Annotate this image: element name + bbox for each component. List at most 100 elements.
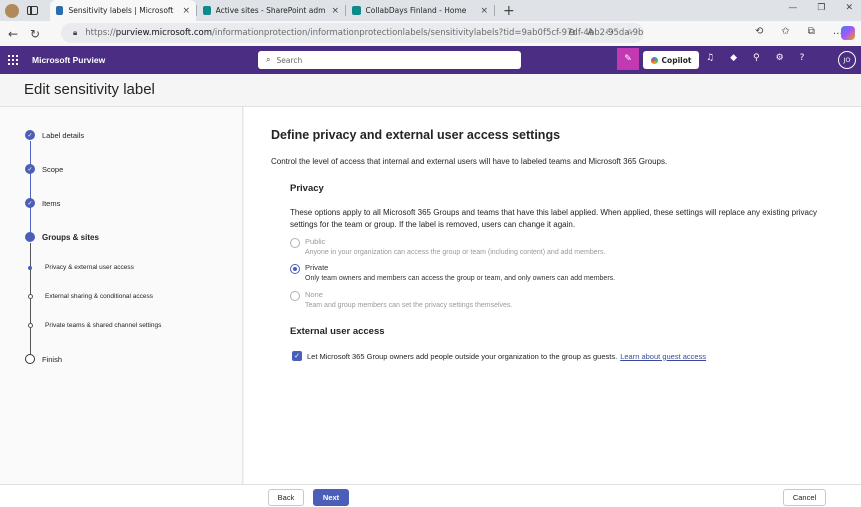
profile-avatar[interactable] <box>5 3 19 18</box>
megaphone-icon[interactable]: ◆ <box>730 53 737 63</box>
browser-toolbar: ⟲ ✩ ⧉ … <box>755 26 843 37</box>
radio-description: Anyone in your organization can access t… <box>305 249 606 256</box>
avatar[interactable]: JO <box>838 51 856 69</box>
browser-tab-sharepoint[interactable]: Active sites - SharePoint admin c... × <box>197 0 345 21</box>
section-heading: Define privacy and external user access … <box>271 128 561 142</box>
radio-none[interactable]: None Team and group members can set the … <box>290 290 512 311</box>
back-arrow-icon[interactable]: ← <box>2 27 24 41</box>
step-items[interactable]: ✓ Items <box>25 198 60 208</box>
guest-access-checkbox-row[interactable]: ✓ Let Microsoft 365 Group owners add peo… <box>292 351 706 361</box>
learn-guest-access-link[interactable]: Learn about guest access <box>620 352 706 361</box>
privacy-description: These options apply to all Microsoft 365… <box>290 208 817 229</box>
window-close-icon[interactable]: ✕ <box>845 3 853 13</box>
read-aloud-icon[interactable]: A <box>588 28 594 38</box>
workspaces-icon[interactable] <box>27 6 38 15</box>
new-tab-button[interactable]: + <box>503 4 515 18</box>
radio-button[interactable] <box>290 264 300 274</box>
tab-separator <box>494 5 495 16</box>
radio-private[interactable]: Private Only team owners and members can… <box>290 263 615 284</box>
step-label: Label details <box>42 130 85 140</box>
checkmark-icon: ✓ <box>25 164 35 174</box>
window-controls: — ❐ ✕ <box>788 3 853 13</box>
account-icon[interactable]: ⚇ <box>606 28 614 38</box>
zoom-icon[interactable]: ⊖ <box>568 28 576 38</box>
step-label: Groups & sites <box>42 232 99 242</box>
checkmark-icon: ✓ <box>25 198 35 208</box>
radio-title: Public <box>305 237 326 246</box>
page-title: Edit sensitivity label <box>24 81 155 98</box>
sharepoint-favicon-icon <box>352 6 361 15</box>
app-header: Microsoft Purview ⌕ Search ✎ Copilot ♫ ◆… <box>0 46 861 74</box>
app-name[interactable]: Microsoft Purview <box>32 55 105 65</box>
checkbox[interactable]: ✓ <box>292 351 302 361</box>
browser-tab-purview[interactable]: Sensitivity labels | Microsoft Purv... × <box>50 0 196 21</box>
external-access-heading: External user access <box>290 326 385 337</box>
sharepoint-favicon-icon <box>203 6 211 15</box>
radio-button[interactable] <box>290 291 300 301</box>
address-bar[interactable]: 🔒︎ https://purview.microsoft.com/informa… <box>61 23 644 43</box>
radio-description: Team and group members can set the priva… <box>305 302 513 309</box>
checkbox-label: Let Microsoft 365 Group owners add peopl… <box>307 351 618 361</box>
address-bar-row: ← ↻ 🔒︎ https://purview.microsoft.com/inf… <box>0 21 861 46</box>
close-icon[interactable]: × <box>331 6 339 16</box>
step-scope[interactable]: ✓ Scope <box>25 164 63 174</box>
share-icon[interactable]: ⚲ <box>753 53 760 63</box>
main-content: Define privacy and external user access … <box>244 107 861 484</box>
step-label-details[interactable]: ✓ Label details <box>25 130 84 140</box>
search-icon: ⌕ <box>266 55 271 64</box>
privacy-heading: Privacy <box>290 183 324 194</box>
radio-description: Only team owners and members can access … <box>305 275 616 282</box>
collections-icon[interactable]: ⧉ <box>808 26 815 37</box>
step-private-teams[interactable]: Private teams & shared channel settings <box>25 322 161 329</box>
close-icon[interactable]: × <box>182 6 190 16</box>
step-label: Scope <box>42 164 64 174</box>
step-privacy-external-access[interactable]: Privacy & external user access <box>25 264 134 271</box>
substep-current-dot-icon <box>28 265 32 270</box>
help-icon[interactable]: ? <box>800 53 805 63</box>
wizard-footer: Back Next Cancel <box>0 484 861 507</box>
stepper-line <box>30 141 31 235</box>
extensions-icon[interactable]: ⟲ <box>755 26 763 37</box>
favorites-icon[interactable]: ✩ <box>781 26 789 37</box>
section-intro: Control the level of access that interna… <box>271 157 668 166</box>
browser-tab-collabdays[interactable]: CollabDays Finland - Home × <box>346 0 494 21</box>
minimize-icon[interactable]: — <box>788 3 797 13</box>
wizard-stepper: ✓ Label details ✓ Scope ✓ Items Groups &… <box>0 107 243 484</box>
page-title-band: Edit sensitivity label <box>0 74 861 107</box>
favorite-star-icon[interactable]: ☆ <box>626 28 634 38</box>
tab-title: Active sites - SharePoint admin c... <box>215 6 326 15</box>
close-icon[interactable]: × <box>480 6 488 16</box>
back-button[interactable]: Back <box>268 489 304 506</box>
url-host: purview.microsoft.com <box>115 28 212 38</box>
step-label: Items <box>42 198 61 208</box>
app-launcher-icon[interactable] <box>8 55 18 65</box>
pin-icon[interactable]: ✎ <box>617 48 639 70</box>
cancel-button[interactable]: Cancel <box>783 489 826 506</box>
step-groups-sites[interactable]: Groups & sites <box>25 232 99 242</box>
step-label: Privacy & external user access <box>45 264 134 271</box>
next-button[interactable]: Next <box>313 489 349 506</box>
step-finish[interactable]: Finish <box>25 354 62 364</box>
header-actions: ♫ ◆ ⚲ ⚙ ? <box>706 53 804 63</box>
edge-copilot-icon[interactable] <box>841 26 855 40</box>
substep-dot-icon <box>27 323 33 328</box>
copilot-button[interactable]: Copilot <box>643 51 699 69</box>
copilot-icon <box>650 56 658 64</box>
radio-button[interactable] <box>290 238 300 248</box>
step-label: Private teams & shared channel settings <box>45 322 162 329</box>
tab-title: Sensitivity labels | Microsoft Purv... <box>68 6 176 15</box>
lock-icon[interactable]: 🔒︎ <box>73 28 77 38</box>
refresh-icon[interactable]: ↻ <box>24 27 46 41</box>
copilot-label: Copilot <box>661 55 692 65</box>
step-label: External sharing & conditional access <box>45 293 154 300</box>
restore-icon[interactable]: ❐ <box>817 3 825 13</box>
step-external-sharing[interactable]: External sharing & conditional access <box>25 293 153 300</box>
tab-title: CollabDays Finland - Home <box>365 6 467 15</box>
search-input[interactable]: ⌕ Search <box>258 51 521 69</box>
step-label: Finish <box>42 354 63 364</box>
radio-public[interactable]: Public Anyone in your organization can a… <box>290 237 605 258</box>
settings-gear-icon[interactable]: ⚙ <box>776 53 784 63</box>
browser-tab-strip: Sensitivity labels | Microsoft Purv... ×… <box>0 0 861 21</box>
address-bar-actions: ⊖ A ⚇ ☆ <box>568 28 634 38</box>
notifications-icon[interactable]: ♫ <box>706 53 714 63</box>
